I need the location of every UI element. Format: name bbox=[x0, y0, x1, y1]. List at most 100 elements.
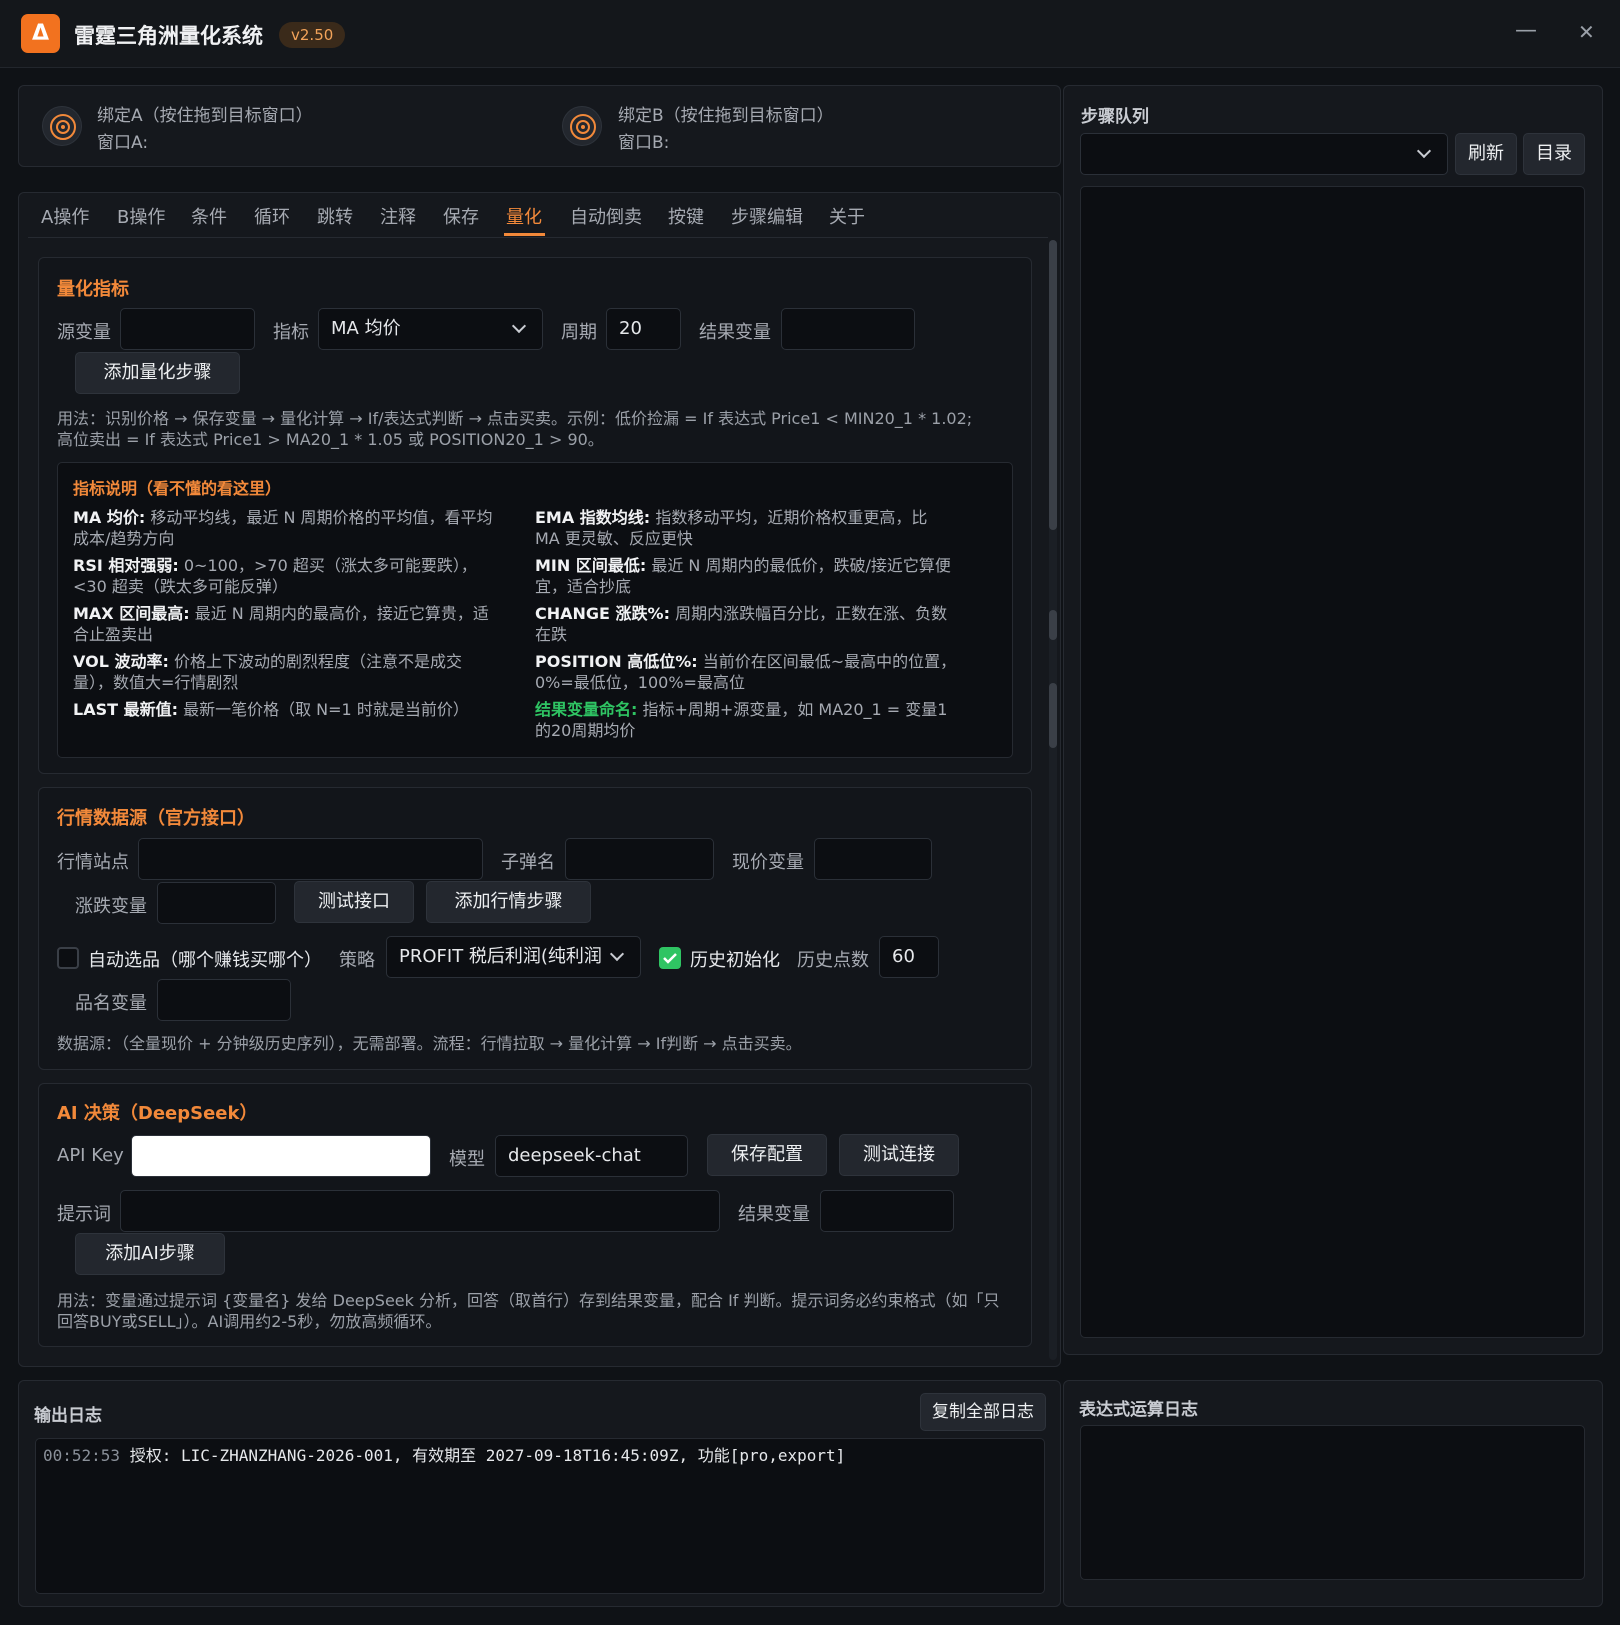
target-icon bbox=[570, 114, 596, 140]
result-var-label: 结果变量 bbox=[699, 322, 771, 343]
change-var-input[interactable] bbox=[157, 882, 276, 924]
bullet-name-label: 子弹名 bbox=[501, 852, 555, 873]
scrollbar-segment bbox=[1049, 683, 1057, 748]
indicator-vol: VOL 波动率: 价格上下波动的剧烈程度（注意不是成交 量），数值大=行情剧烈 bbox=[73, 652, 462, 692]
quant-title: 量化指标 bbox=[57, 279, 129, 300]
prompt-label: 提示词 bbox=[57, 1204, 111, 1225]
market-site-input[interactable] bbox=[138, 838, 483, 880]
auto-select-label: 自动选品（哪个赚钱买哪个） bbox=[88, 950, 322, 971]
indicator-ema: EMA 指数均线: 指数移动平均，近期价格权重更高，比 MA 更灵敏、反应更快 bbox=[535, 508, 928, 548]
tab-save[interactable]: 保存 bbox=[443, 203, 479, 229]
api-key-label: API Key bbox=[57, 1145, 124, 1166]
app-logo-icon: Δ bbox=[21, 14, 60, 53]
model-label: 模型 bbox=[449, 1149, 485, 1170]
history-points-label: 历史点数 bbox=[797, 950, 869, 971]
quant-usage-line1: 用法：识别价格 → 保存变量 → 量化计算 → If/表达式判断 → 点击买卖。… bbox=[57, 409, 973, 428]
tab-comment[interactable]: 注释 bbox=[380, 203, 416, 229]
ai-result-var-label: 结果变量 bbox=[738, 1204, 810, 1225]
indicator-change: CHANGE 涨跌%: 周期内涨跌幅百分比，正数在涨、负数 在跌 bbox=[535, 604, 948, 644]
history-points-input[interactable]: 60 bbox=[879, 936, 939, 978]
source-var-input[interactable] bbox=[120, 308, 255, 350]
result-var-input[interactable] bbox=[781, 308, 915, 350]
window-b-label: 窗口B: bbox=[618, 133, 670, 153]
indicator-select[interactable]: MA 均价 bbox=[318, 308, 543, 350]
price-var-input[interactable] bbox=[814, 838, 932, 880]
indicator-ma: MA 均价: 移动平均线，最近 N 周期价格的平均值，看平均 成本/趋势方向 bbox=[73, 508, 493, 548]
bind-a-label: 绑定A（按住拖到目标窗口） bbox=[97, 106, 313, 126]
strategy-label: 策略 bbox=[339, 950, 375, 971]
indicator-result-naming: 结果变量命名: 指标+周期+源变量，如 MA20_1 = 变量1 的20周期均价 bbox=[535, 700, 948, 740]
history-init-checkbox[interactable] bbox=[659, 947, 681, 969]
item-var-input[interactable] bbox=[157, 979, 291, 1021]
model-input[interactable]: deepseek-chat bbox=[495, 1135, 688, 1177]
save-config-button[interactable]: 保存配置 bbox=[707, 1134, 827, 1176]
ai-result-var-input[interactable] bbox=[820, 1190, 954, 1232]
item-var-label: 品名变量 bbox=[75, 993, 147, 1014]
indicator-last: LAST 最新值: 最新一笔价格（取 N=1 时就是当前价） bbox=[73, 700, 469, 719]
checkmark-icon bbox=[663, 953, 677, 964]
minimize-icon[interactable]: — bbox=[1515, 18, 1537, 43]
tab-keys[interactable]: 按键 bbox=[668, 203, 704, 229]
period-label: 周期 bbox=[561, 322, 597, 343]
close-icon[interactable]: ✕ bbox=[1578, 20, 1595, 44]
steps-title: 步骤队列 bbox=[1081, 107, 1149, 127]
catalog-button[interactable]: 目录 bbox=[1523, 133, 1585, 175]
change-var-label: 涨跌变量 bbox=[75, 896, 147, 917]
prompt-input[interactable] bbox=[120, 1190, 720, 1232]
quant-usage-line2: 高位卖出 = If 表达式 Price1 > MA20_1 * 1.05 或 P… bbox=[57, 430, 604, 449]
add-ai-step-button[interactable]: 添加AI步骤 bbox=[75, 1233, 225, 1275]
history-init-label: 历史初始化 bbox=[690, 950, 780, 971]
bind-b-label: 绑定B（按住拖到目标窗口） bbox=[618, 106, 834, 126]
scrollbar-segment bbox=[1049, 610, 1057, 640]
tab-loop[interactable]: 循环 bbox=[254, 203, 290, 229]
tab-a-ops[interactable]: A操作 bbox=[41, 203, 89, 229]
price-var-label: 现价变量 bbox=[732, 852, 804, 873]
market-site-label: 行情站点 bbox=[57, 852, 129, 873]
expr-log-area[interactable] bbox=[1080, 1425, 1585, 1580]
strategy-select-value: PROFIT 税后利润(纯利润 bbox=[399, 946, 602, 967]
tab-auto-resell[interactable]: 自动倒卖 bbox=[570, 203, 642, 229]
add-quant-step-button[interactable]: 添加量化步骤 bbox=[75, 352, 240, 394]
test-api-button[interactable]: 测试接口 bbox=[294, 881, 414, 923]
steps-select[interactable] bbox=[1080, 133, 1448, 175]
tab-jump[interactable]: 跳转 bbox=[317, 203, 353, 229]
bullet-name-input[interactable] bbox=[565, 838, 714, 880]
tab-b-ops[interactable]: B操作 bbox=[117, 203, 165, 229]
market-title: 行情数据源（官方接口） bbox=[57, 808, 255, 829]
bind-b-target-icon[interactable] bbox=[562, 106, 602, 146]
refresh-button[interactable]: 刷新 bbox=[1455, 133, 1517, 175]
strategy-select[interactable]: PROFIT 税后利润(纯利润 bbox=[386, 936, 641, 978]
log-entry: 00:52:53 授权: LIC-ZHANZHANG-2026-001, 有效期… bbox=[43, 1446, 846, 1465]
tab-divider bbox=[28, 237, 1048, 238]
api-key-input[interactable] bbox=[131, 1135, 431, 1177]
auto-select-checkbox[interactable] bbox=[57, 947, 79, 969]
app-title: 雷霆三角洲量化系统 bbox=[74, 24, 263, 48]
ai-usage-line1: 用法：变量通过提示词 {变量名} 发给 DeepSeek 分析，回答（取首行）存… bbox=[57, 1291, 1000, 1310]
window-a-label: 窗口A: bbox=[97, 133, 149, 153]
ai-usage-line2: 回答BUY或SELL」）。AI调用约2-5秒，勿放高频循环。 bbox=[57, 1312, 442, 1331]
active-tab-indicator bbox=[504, 233, 545, 236]
bind-a-target-icon[interactable] bbox=[42, 106, 82, 146]
ai-title: AI 决策（DeepSeek） bbox=[57, 1103, 258, 1124]
add-market-step-button[interactable]: 添加行情步骤 bbox=[426, 881, 591, 923]
tab-step-edit[interactable]: 步骤编辑 bbox=[731, 203, 803, 229]
indicator-min: MIN 区间最低: 最近 N 周期内的最低价，跌破/接近它算便 宜，适合抄底 bbox=[535, 556, 951, 596]
indicator-rsi: RSI 相对强弱: 0~100，>70 超买（涨太多可能要跌）， <30 超卖（跌… bbox=[73, 556, 477, 596]
indicator-max: MAX 区间最高: 最近 N 周期内的最高价，接近它算贵，适 合止盈卖出 bbox=[73, 604, 489, 644]
test-connection-button[interactable]: 测试连接 bbox=[839, 1134, 959, 1176]
tab-quant[interactable]: 量化 bbox=[506, 203, 542, 229]
tab-about[interactable]: 关于 bbox=[829, 203, 865, 229]
tab-condition[interactable]: 条件 bbox=[191, 203, 227, 229]
copy-all-logs-button[interactable]: 复制全部日志 bbox=[920, 1393, 1046, 1431]
version-badge: v2.50 bbox=[279, 22, 346, 48]
period-input[interactable]: 20 bbox=[606, 308, 681, 350]
market-hint: 数据源：（全量现价 + 分钟级历史序列），无需部署。流程：行情拉取 → 量化计算… bbox=[57, 1034, 802, 1053]
scrollbar-thumb[interactable] bbox=[1049, 240, 1057, 530]
steps-list[interactable] bbox=[1080, 186, 1585, 1338]
output-log-title: 输出日志 bbox=[34, 1406, 102, 1426]
target-icon bbox=[50, 114, 76, 140]
indicator-position: POSITION 高低位%: 当前价在区间最低~最高中的位置， 0%=最低位，10… bbox=[535, 652, 957, 692]
indicator-help-title: 指标说明（看不懂的看这里） bbox=[73, 479, 282, 498]
source-var-label: 源变量 bbox=[57, 322, 111, 343]
expr-log-title: 表达式运算日志 bbox=[1079, 1400, 1198, 1420]
